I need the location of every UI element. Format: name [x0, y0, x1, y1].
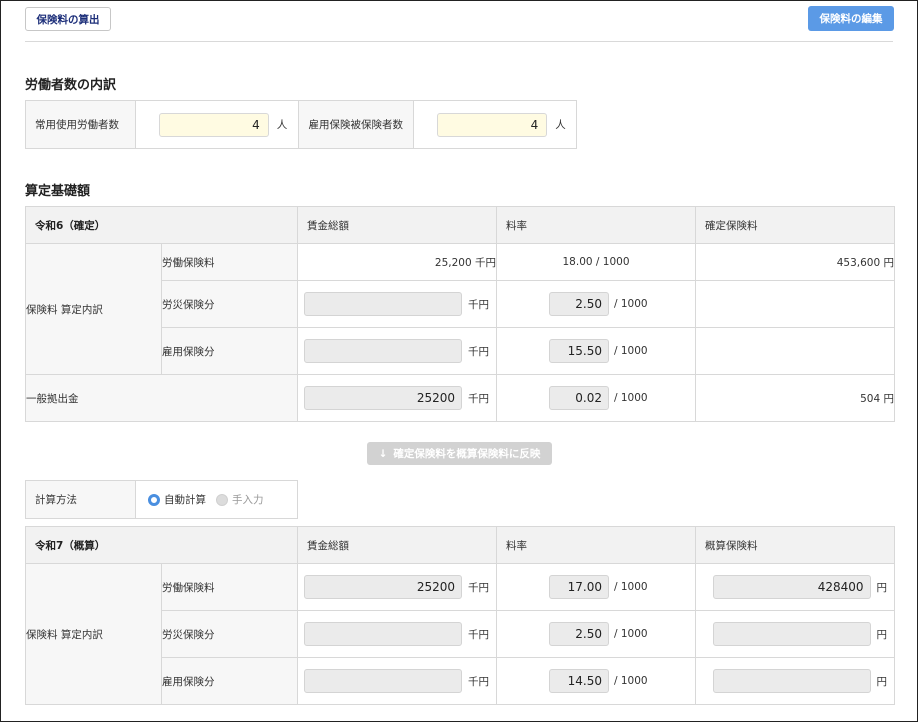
- row-label: 労働保険料: [161, 243, 298, 281]
- basis-section-title: 算定基礎額: [25, 184, 91, 199]
- regular-workers-label: 常用使用労働者数: [26, 101, 136, 148]
- row-label: 雇用保険分: [161, 327, 298, 375]
- unit-label: / 1000: [614, 581, 648, 593]
- reflect-button-label: 確定保険料を概算保険料に反映: [393, 448, 541, 460]
- manual-input-label[interactable]: 手入力: [232, 492, 264, 507]
- unit-label: / 1000: [614, 298, 648, 310]
- reflect-to-estimate-button[interactable]: ↓ 確定保険料を概算保険料に反映: [367, 442, 552, 465]
- r6-employment-premium: [695, 327, 895, 375]
- insured-workers-cell: 4 人: [414, 101, 576, 148]
- r6-general-premium: 504 円: [695, 374, 895, 422]
- r7-labor-rate-cell: 17.00 / 1000: [496, 563, 696, 611]
- r7-accident-premium-cell: 円: [695, 610, 895, 658]
- unit-label: 円: [876, 675, 888, 688]
- divider: [25, 41, 893, 42]
- r7-accident-rate-input[interactable]: 2.50: [549, 622, 609, 646]
- r7-labor-wage-cell: 25200 千円: [297, 563, 497, 611]
- r7-labor-premium-input[interactable]: 428400: [712, 575, 871, 599]
- unit-label: 千円: [468, 675, 489, 688]
- r6-labor-rate: 18.00 / 1000: [496, 243, 696, 281]
- regular-workers-cell: 4 人: [136, 101, 298, 148]
- calc-method-label: 計算方法: [26, 481, 136, 518]
- insured-workers-input[interactable]: 4: [437, 112, 548, 137]
- calc-method-options: 自動計算 手入力: [136, 481, 264, 518]
- r6-employment-rate-cell: 15.50 / 1000: [496, 327, 696, 375]
- calculate-premium-button[interactable]: 保険料の算出: [25, 7, 111, 31]
- r7-labor-wage-input[interactable]: 25200: [304, 575, 462, 599]
- r7-employment-wage-input[interactable]: [304, 669, 462, 693]
- r6-general-rate-input[interactable]: 0.02: [549, 386, 609, 410]
- workers-breakdown: 常用使用労働者数 4 人 雇用保険被保険者数 4 人: [25, 100, 577, 149]
- insured-workers-unit: 人: [555, 119, 566, 131]
- manual-input-radio[interactable]: [216, 493, 228, 506]
- r7-col-premium: 概算保険料: [695, 526, 895, 564]
- row-label: 雇用保険分: [161, 657, 298, 705]
- unit-label: / 1000: [614, 392, 648, 404]
- edit-premium-button[interactable]: 保険料の編集: [808, 6, 894, 31]
- unit-label: 千円: [468, 392, 489, 405]
- r6-accident-rate-cell: 2.50 / 1000: [496, 280, 696, 328]
- r6-premium-table: 令和6（確定） 賃金総額 料率 確定保険料 保険料 算定内訳 労働保険料 25,…: [25, 206, 895, 422]
- regular-workers-input[interactable]: 4: [158, 112, 269, 137]
- r6-col-premium: 確定保険料: [695, 206, 895, 244]
- r6-accident-premium: [695, 280, 895, 328]
- row-label: 労災保険分: [161, 280, 298, 328]
- r6-col-rate: 料率: [496, 206, 696, 244]
- r7-premium-table: 令和7（概算） 賃金総額 料率 概算保険料 保険料 算定内訳 労働保険料 252…: [25, 526, 895, 705]
- row-label: 労働保険料: [161, 563, 298, 611]
- r6-general-rate-cell: 0.02 / 1000: [496, 374, 696, 422]
- r7-employment-premium-input[interactable]: [712, 669, 871, 693]
- unit-label: / 1000: [614, 628, 648, 640]
- r6-accident-wage-input[interactable]: [304, 292, 462, 316]
- r7-accident-wage-cell: 千円: [297, 610, 497, 658]
- unit-label: 千円: [468, 345, 489, 358]
- r7-employment-wage-cell: 千円: [297, 657, 497, 705]
- r7-labor-rate-input[interactable]: 17.00: [549, 575, 609, 599]
- r6-labor-wage: 25,200 千円: [297, 243, 497, 281]
- r7-accident-premium-input[interactable]: [712, 622, 871, 646]
- row-label: 労災保険分: [161, 610, 298, 658]
- table-row: 保険料 算定内訳 労働保険料 25200 千円 17.00 / 1000 428…: [25, 563, 895, 705]
- table-row: 一般拠出金 25200 千円 0.02 / 1000 504 円: [25, 374, 895, 422]
- auto-calc-label[interactable]: 自動計算: [164, 492, 206, 507]
- r6-general-wage-input[interactable]: 25200: [304, 386, 462, 410]
- r7-employment-rate-cell: 14.50 / 1000: [496, 657, 696, 705]
- regular-workers-unit: 人: [276, 119, 288, 131]
- table-row: 保険料 算定内訳 労働保険料 25,200 千円 18.00 / 1000 45…: [25, 243, 895, 375]
- r7-group-label: 保険料 算定内訳: [25, 563, 162, 705]
- r7-employment-rate-input[interactable]: 14.50: [549, 669, 609, 693]
- r7-col-rate: 料率: [496, 526, 696, 564]
- arrow-down-icon: ↓: [378, 447, 388, 460]
- unit-label: 円: [876, 628, 888, 641]
- unit-label: / 1000: [614, 345, 648, 357]
- r6-heading: 令和6（確定）: [25, 206, 298, 244]
- r7-accident-wage-input[interactable]: [304, 622, 462, 646]
- r6-employment-rate-input[interactable]: 15.50: [549, 339, 609, 363]
- r7-heading: 令和7（概算）: [25, 526, 298, 564]
- calc-method: 計算方法 自動計算 手入力: [25, 480, 298, 519]
- auto-calc-radio[interactable]: [148, 493, 160, 506]
- r6-general-label: 一般拠出金: [25, 374, 298, 422]
- r6-col-wage: 賃金総額: [297, 206, 497, 244]
- r7-accident-rate-cell: 2.50 / 1000: [496, 610, 696, 658]
- r7-employment-premium-cell: 円: [695, 657, 895, 705]
- r6-group-label: 保険料 算定内訳: [25, 243, 162, 375]
- unit-label: 千円: [468, 581, 489, 594]
- unit-label: 千円: [468, 628, 489, 641]
- r6-accident-wage-cell: 千円: [297, 280, 497, 328]
- r7-labor-premium-cell: 428400 円: [695, 563, 895, 611]
- unit-label: / 1000: [614, 675, 648, 687]
- unit-label: 円: [876, 581, 888, 594]
- r6-labor-premium: 453,600 円: [695, 243, 895, 281]
- r6-general-wage-cell: 25200 千円: [297, 374, 497, 422]
- r6-employment-wage-cell: 千円: [297, 327, 497, 375]
- unit-label: 千円: [468, 298, 489, 311]
- r7-col-wage: 賃金総額: [297, 526, 497, 564]
- workers-section-title: 労働者数の内訳: [25, 78, 117, 93]
- insured-workers-label: 雇用保険被保険者数: [297, 101, 415, 148]
- r6-employment-wage-input[interactable]: [304, 339, 462, 363]
- r6-accident-rate-input[interactable]: 2.50: [549, 292, 609, 316]
